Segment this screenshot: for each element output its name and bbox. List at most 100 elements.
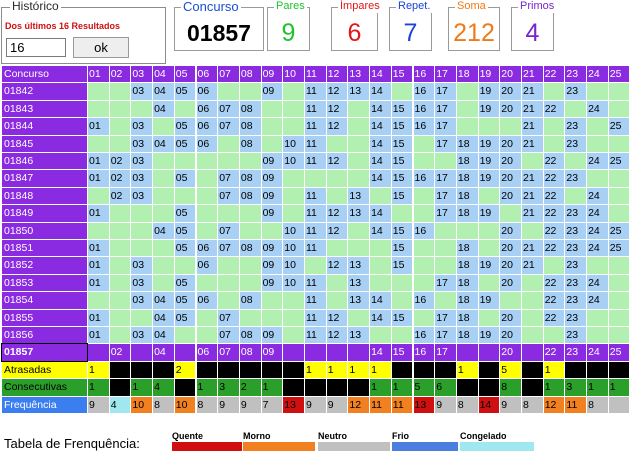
stat-soma-value: 212 — [453, 19, 495, 47]
consecutivas-cell — [174, 379, 196, 396]
table-cell — [608, 274, 630, 292]
table-cell: 11 — [305, 187, 326, 205]
table-cell — [478, 187, 500, 205]
table-cell: 24 — [587, 153, 608, 170]
current-row-cell: 08 — [239, 344, 261, 361]
atrasadas-cell — [261, 361, 283, 379]
table-cell — [608, 257, 630, 274]
table-cell: 15 — [391, 153, 413, 170]
results-count-input[interactable] — [6, 38, 66, 57]
table-cell — [283, 100, 304, 118]
table-cell — [88, 187, 109, 205]
table-cell: 05 — [174, 309, 196, 326]
table-cell: 05 — [174, 135, 196, 152]
table-cell: 10 — [283, 240, 304, 257]
table-cell — [413, 240, 435, 257]
table-cell — [500, 292, 521, 309]
consecutivas-cell: 1 — [261, 379, 283, 396]
table-cell — [131, 100, 153, 118]
table-cell: 03 — [131, 187, 153, 205]
frequencia-cell: 8 — [522, 396, 543, 413]
table-cell: 08 — [239, 135, 261, 152]
table-cell: 20 — [500, 170, 521, 187]
table-cell — [196, 274, 218, 292]
table-cell: 18 — [456, 153, 478, 170]
table-cell — [88, 222, 109, 239]
table-cell — [456, 222, 478, 239]
table-cell: 06 — [196, 257, 218, 274]
table-cell: 18 — [456, 170, 478, 187]
table-cell — [283, 83, 304, 100]
row-label-concurso: 01854 — [2, 292, 87, 309]
frequencia-cell: 9 — [305, 396, 326, 413]
table-cell — [109, 274, 131, 292]
table-cell — [153, 153, 174, 170]
table-cell — [174, 100, 196, 118]
table-cell: 09 — [261, 83, 283, 100]
frequencia-row-label: Frequência — [2, 396, 87, 413]
table-cell — [283, 292, 304, 309]
atrasadas-cell — [391, 361, 413, 379]
table-cell: 17 — [435, 135, 456, 152]
frequencia-cell: 8 — [196, 396, 218, 413]
table-cell: 05 — [174, 222, 196, 239]
row-label-concurso: 01852 — [2, 257, 87, 274]
table-cell — [174, 153, 196, 170]
consecutivas-cell: 2 — [239, 379, 261, 396]
table-cell — [587, 257, 608, 274]
table-cell — [283, 187, 304, 205]
column-header-number: 14 — [370, 66, 391, 83]
table-cell: 16 — [413, 100, 435, 118]
table-cell — [413, 135, 435, 152]
current-row-label: 01857 — [1, 343, 88, 362]
current-row-cell — [478, 344, 500, 361]
table-cell: 21 — [522, 257, 543, 274]
stat-impares: Ímpares 6 — [331, 0, 382, 51]
table-cell: 01 — [88, 153, 109, 170]
current-row-cell — [326, 344, 348, 361]
ok-button[interactable]: ok — [73, 37, 129, 58]
table-cell — [543, 83, 565, 100]
table-cell: 23 — [565, 257, 587, 274]
historico-title: Histórico — [10, 0, 61, 13]
table-cell — [153, 205, 174, 222]
table-cell: 17 — [435, 100, 456, 118]
table-cell: 12 — [326, 327, 348, 344]
table-cell: 21 — [522, 240, 543, 257]
table-cell: 24 — [587, 205, 608, 222]
consecutivas-cell — [522, 379, 543, 396]
table-cell — [370, 240, 391, 257]
atrasadas-cell: 1 — [305, 361, 326, 379]
table-cell — [608, 83, 630, 100]
column-header-number: 24 — [587, 66, 608, 83]
table-cell: 01 — [88, 257, 109, 274]
table-cell — [522, 274, 543, 292]
table-cell: 15 — [391, 100, 413, 118]
table-cell: 05 — [174, 205, 196, 222]
table-cell: 13 — [348, 205, 370, 222]
table-cell: 11 — [305, 327, 326, 344]
table-cell: 05 — [174, 274, 196, 292]
table-cell: 22 — [543, 274, 565, 292]
table-cell — [608, 292, 630, 309]
table-cell: 21 — [522, 170, 543, 187]
legend-label-congelado: Congelado — [460, 431, 507, 441]
current-row-cell: 20 — [500, 344, 521, 361]
atrasadas-cell: 1 — [543, 361, 565, 379]
table-cell: 07 — [218, 240, 239, 257]
table-cell: 05 — [174, 292, 196, 309]
table-cell: 23 — [565, 118, 587, 135]
table-cell: 13 — [348, 292, 370, 309]
table-cell — [543, 135, 565, 152]
table-cell: 25 — [608, 222, 630, 239]
consecutivas-cell — [348, 379, 370, 396]
table-cell — [218, 205, 239, 222]
table-cell: 11 — [305, 118, 326, 135]
table-cell: 08 — [239, 118, 261, 135]
legend-swatch-quente — [172, 442, 242, 451]
table-cell — [88, 135, 109, 152]
column-header-number: 08 — [239, 66, 261, 83]
table-cell: 07 — [218, 187, 239, 205]
atrasadas-cell — [153, 361, 174, 379]
table-cell: 11 — [305, 100, 326, 118]
